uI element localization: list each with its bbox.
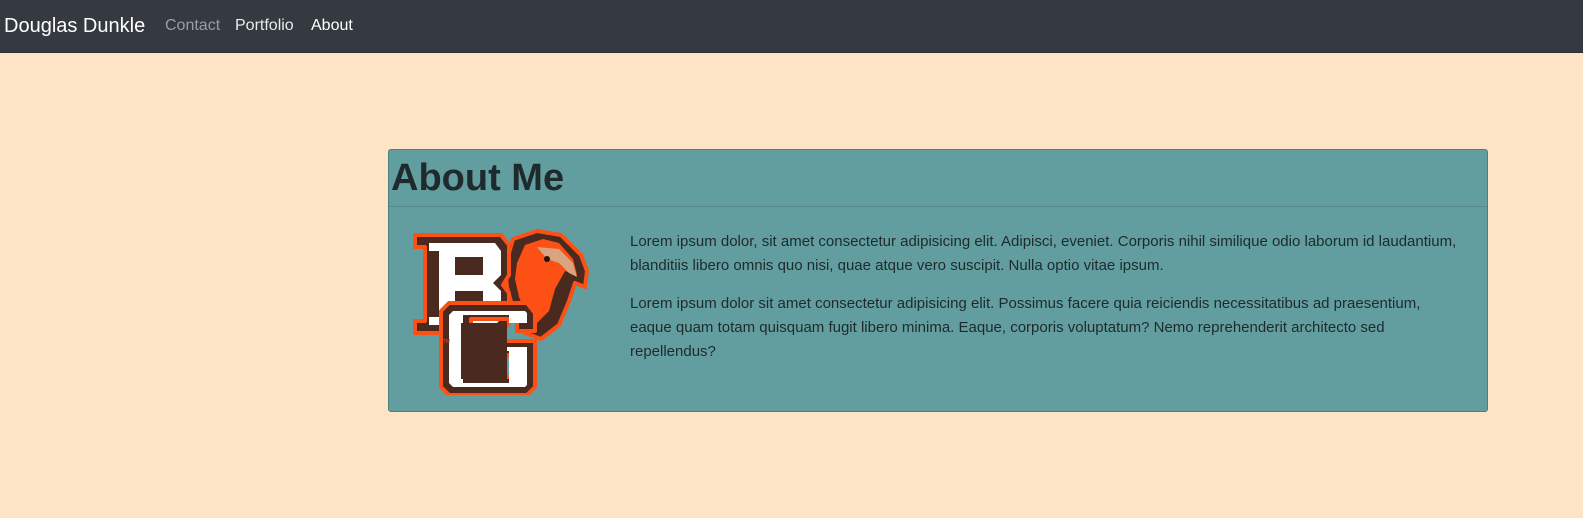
brand-link[interactable]: Douglas Dunkle — [4, 14, 145, 38]
about-text: Lorem ipsum dolor, sit amet consectetur … — [630, 230, 1465, 378]
about-paragraph: Lorem ipsum dolor, sit amet consectetur … — [630, 233, 1457, 274]
svg-text:TM: TM — [443, 339, 450, 345]
nav-link-portfolio[interactable]: Portfolio — [235, 16, 294, 36]
about-paragraph: Lorem ipsum dolor sit amet consectetur a… — [630, 295, 1421, 360]
about-card: About Me TM Lorem ipsum dolor, sit amet … — [388, 149, 1488, 412]
nav-link-about[interactable]: About — [311, 16, 353, 36]
page-title: About Me — [391, 157, 565, 199]
top-navbar: Douglas Dunkle Contact Portfolio About — [0, 0, 1583, 53]
nav-link-contact[interactable]: Contact — [165, 16, 220, 36]
about-card-header: About Me — [389, 150, 1487, 207]
bg-falcon-logo-icon: TM — [409, 227, 589, 397]
